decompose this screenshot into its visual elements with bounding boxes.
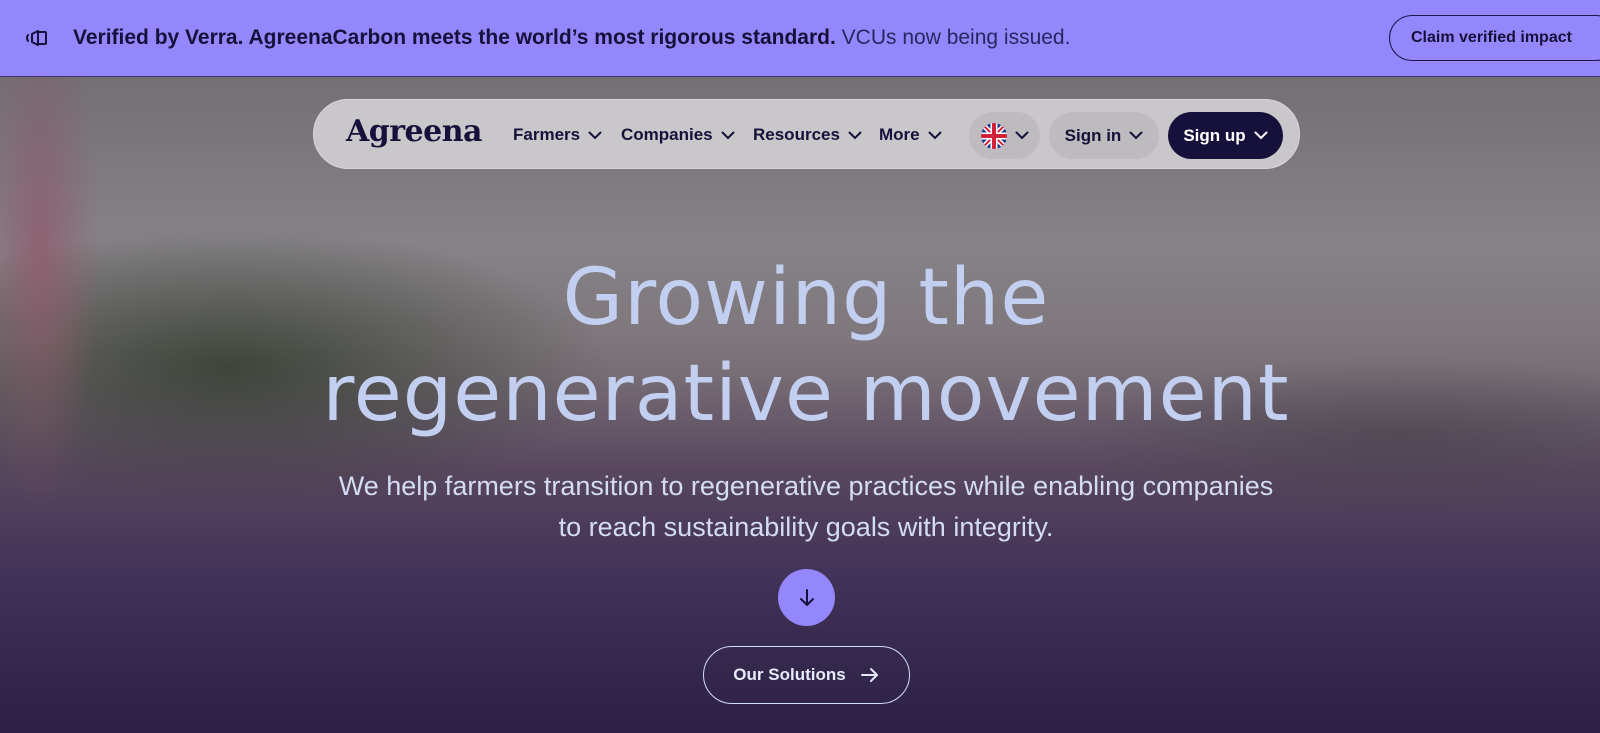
chevron-down-icon — [1254, 131, 1268, 140]
sign-in-label: Sign in — [1064, 125, 1122, 145]
uk-flag-icon — [980, 122, 1007, 149]
chevron-down-icon — [588, 131, 602, 139]
sign-up-button[interactable]: Sign up — [1168, 112, 1283, 159]
main-nav: Agreena Farmers Companies Resources More… — [313, 99, 1300, 169]
scroll-down-button[interactable] — [778, 569, 835, 626]
nav-item-farmers[interactable]: Farmers — [513, 122, 602, 148]
chevron-down-icon — [928, 131, 942, 139]
megaphone-icon — [26, 30, 47, 46]
chevron-down-icon — [721, 131, 735, 139]
nav-item-resources[interactable]: Resources — [753, 122, 862, 148]
nav-item-label: Companies — [621, 125, 713, 144]
chevron-down-icon — [848, 131, 862, 139]
nav-item-label: Resources — [753, 125, 840, 144]
hero-subtext: We help farmers transition to regenerati… — [338, 471, 1274, 542]
banner-light-text: VCUs now being issued. — [835, 26, 1071, 49]
chevron-down-icon — [1129, 131, 1143, 140]
chevron-down-icon — [1015, 131, 1028, 140]
language-selector[interactable] — [969, 112, 1040, 159]
banner-message: Verified by Verra. AgreenaCarbon meets t… — [73, 24, 1070, 52]
claim-verified-impact-button[interactable]: Claim verified impact — [1389, 15, 1600, 61]
arrow-right-icon — [860, 668, 878, 682]
nav-item-more[interactable]: More — [879, 122, 942, 148]
banner-strong-text: Verified by Verra. AgreenaCarbon meets t… — [73, 26, 836, 49]
nav-item-label: Farmers — [513, 125, 581, 144]
hero-headline: Growing the regenerative movement — [322, 253, 1290, 439]
our-solutions-button[interactable]: Our Solutions — [703, 646, 910, 704]
nav-item-companies[interactable]: Companies — [621, 122, 735, 148]
arrow-down-icon — [799, 588, 814, 606]
announcement-banner: Verified by Verra. AgreenaCarbon meets t… — [0, 0, 1600, 77]
our-solutions-label: Our Solutions — [733, 665, 846, 684]
sign-in-button[interactable]: Sign in — [1049, 112, 1159, 159]
nav-item-label: More — [879, 125, 920, 144]
agreena-logo[interactable]: Agreena — [346, 114, 482, 149]
sign-up-label: Sign up — [1183, 125, 1246, 145]
